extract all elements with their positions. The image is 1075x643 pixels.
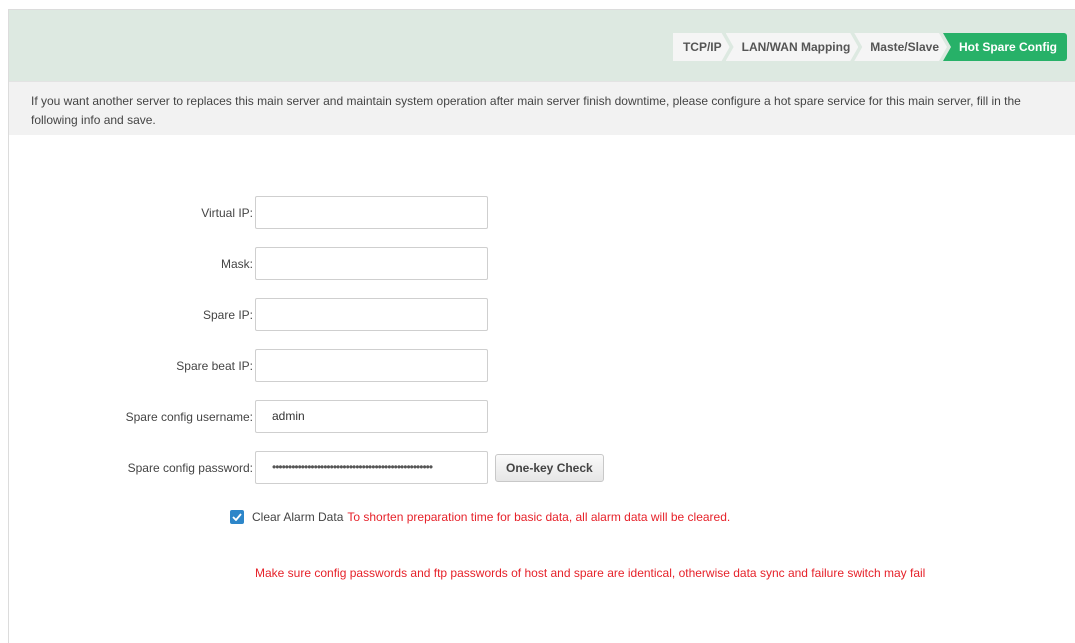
tab-bar: TCP/IP LAN/WAN Mapping Maste/Slave Hot S… xyxy=(9,10,1075,81)
username-label: Spare config username: xyxy=(125,410,253,424)
spare-beat-ip-label: Spare beat IP: xyxy=(176,359,253,373)
hot-spare-panel: TCP/IP LAN/WAN Mapping Maste/Slave Hot S… xyxy=(8,9,1075,643)
clear-alarm-checkbox[interactable] xyxy=(230,510,244,524)
check-icon xyxy=(232,513,242,521)
tab-list: TCP/IP LAN/WAN Mapping Maste/Slave Hot S… xyxy=(673,33,1067,61)
password-input[interactable]: ••••••••••••••••••••••••••••••••••••••••… xyxy=(255,451,488,484)
password-label: Spare config password: xyxy=(127,461,253,475)
spare-ip-row: Spare IP: xyxy=(9,298,1075,332)
spare-ip-label: Spare IP: xyxy=(202,308,253,322)
tab-tcp-ip[interactable]: TCP/IP xyxy=(673,33,730,61)
tab-hot-spare-config[interactable]: Hot Spare Config xyxy=(943,33,1067,61)
username-input[interactable]: admin xyxy=(255,400,488,433)
tab-master-slave[interactable]: Maste/Slave xyxy=(854,33,947,61)
clear-alarm-label: Clear Alarm Data xyxy=(252,510,344,524)
virtual-ip-label: Virtual IP: xyxy=(201,206,253,220)
password-row: Spare config password: •••••••••••••••••… xyxy=(9,451,1075,485)
virtual-ip-row: Virtual IP: xyxy=(9,196,1075,230)
mask-label: Mask: xyxy=(220,257,253,271)
tab-lan-wan-mapping[interactable]: LAN/WAN Mapping xyxy=(726,33,859,61)
clear-alarm-hint: To shorten preparation time for basic da… xyxy=(347,510,731,524)
clear-alarm-row: Clear Alarm Data To shorten preparation … xyxy=(230,509,730,525)
sync-warning: Make sure config passwords and ftp passw… xyxy=(255,566,926,580)
spare-beat-ip-input[interactable] xyxy=(255,349,488,382)
spare-beat-ip-row: Spare beat IP: xyxy=(9,349,1075,383)
mask-row: Mask: xyxy=(9,247,1075,281)
virtual-ip-input[interactable] xyxy=(255,196,488,229)
spare-ip-input[interactable] xyxy=(255,298,488,331)
mask-input[interactable] xyxy=(255,247,488,280)
info-banner: If you want another server to replaces t… xyxy=(9,81,1075,135)
one-key-check-button[interactable]: One-key Check xyxy=(495,454,604,482)
username-row: Spare config username: admin xyxy=(9,400,1075,434)
